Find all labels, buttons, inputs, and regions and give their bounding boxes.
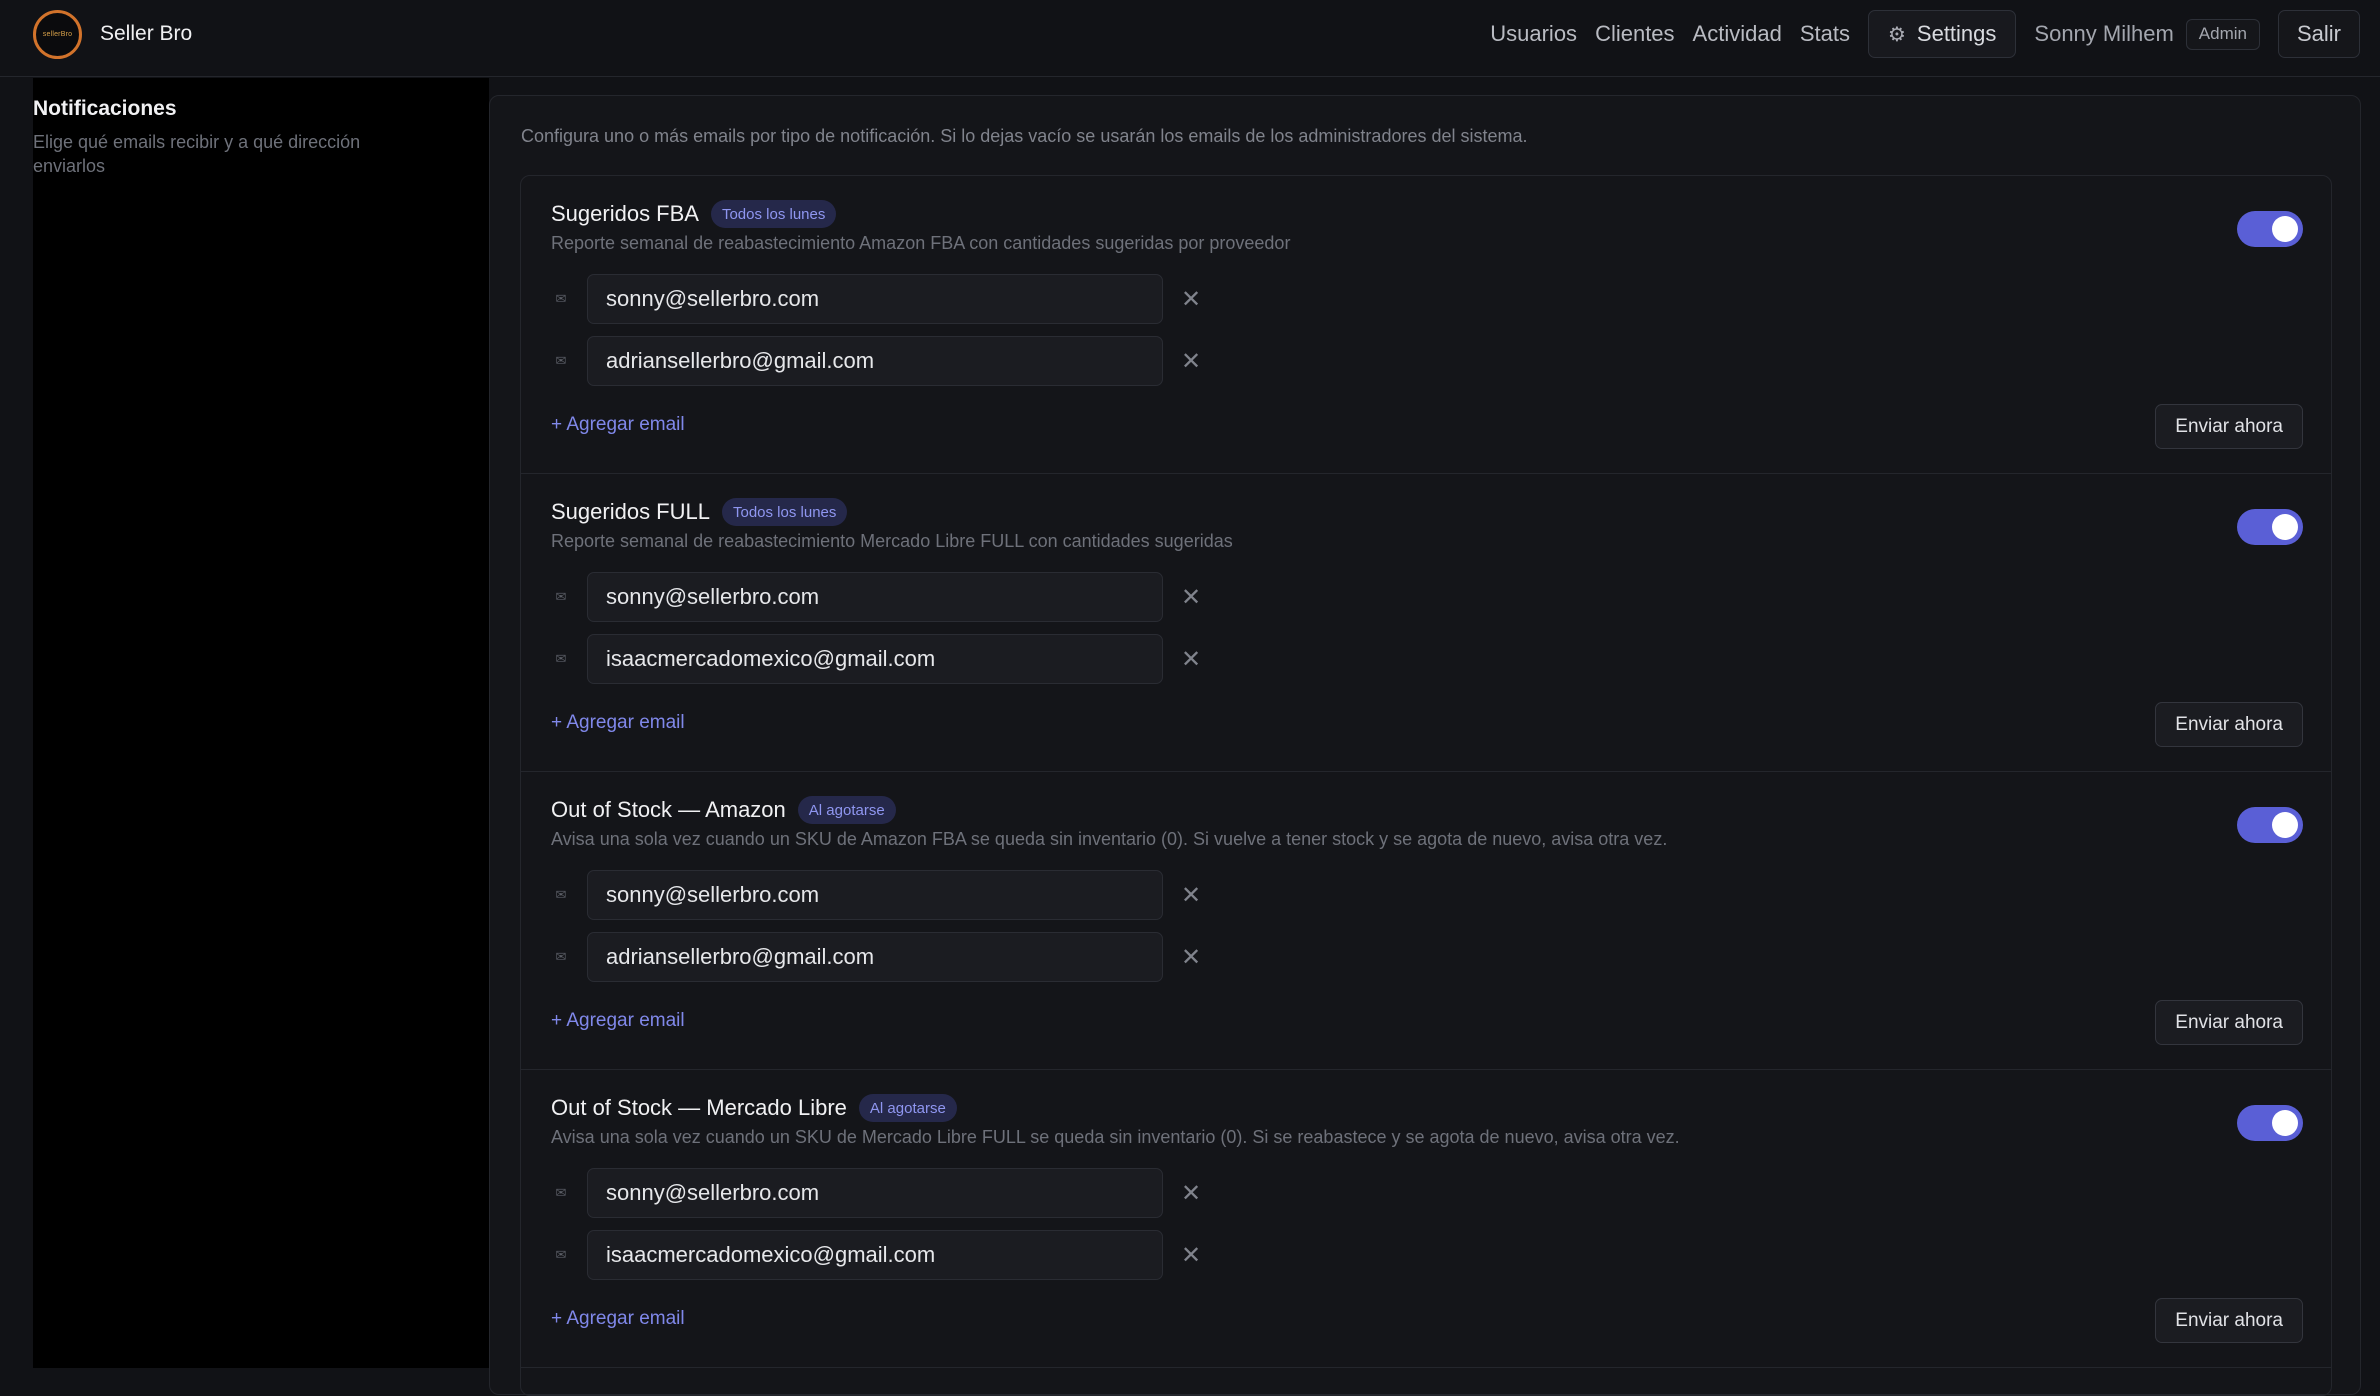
email-input[interactable]: [587, 1168, 1163, 1218]
card-header: Sugeridos FULL Todos los lunes: [551, 498, 848, 526]
nav-link-clientes[interactable]: Clientes: [1595, 21, 1674, 47]
nav-link-actividad[interactable]: Actividad: [1693, 21, 1782, 47]
sidebar: Notificaciones Elige qué emails recibir …: [33, 78, 489, 1368]
card-title: Sugeridos FBA: [551, 201, 699, 226]
toggle-knob: [2272, 514, 2298, 540]
add-email-link[interactable]: + Agregar email: [551, 1010, 685, 1032]
schedule-badge: Todos los lunes: [721, 498, 848, 526]
toggle-knob: [2272, 812, 2298, 838]
settings-button[interactable]: ⚙ Settings: [1867, 10, 2017, 58]
add-email-link[interactable]: + Agregar email: [551, 712, 685, 734]
enable-toggle[interactable]: [2237, 509, 2303, 545]
settings-label: Settings: [1916, 21, 1997, 46]
mail-icon: ✉: [555, 1247, 567, 1262]
nav-link-usuarios[interactable]: Usuarios: [1490, 21, 1577, 47]
top-navbar: sellerBro Seller Bro Usuarios Clientes A…: [0, 0, 2380, 77]
email-row: ✉ ✕: [551, 1168, 1211, 1218]
card-title: Sugeridos FULL: [551, 499, 710, 524]
brand[interactable]: sellerBro Seller Bro: [33, 9, 192, 59]
remove-email-icon[interactable]: ✕: [1179, 1241, 1203, 1270]
enable-toggle[interactable]: [2237, 1105, 2303, 1141]
remove-email-icon[interactable]: ✕: [1179, 881, 1203, 910]
mail-icon: ✉: [555, 589, 567, 604]
remove-email-icon[interactable]: ✕: [1179, 645, 1203, 674]
toggle-knob: [2272, 216, 2298, 242]
send-now-button[interactable]: Enviar ahora: [2155, 702, 2303, 747]
remove-email-icon[interactable]: ✕: [1179, 943, 1203, 972]
email-row: ✉ ✕: [551, 870, 1211, 920]
card-description: Avisa una sola vez cuando un SKU de Amaz…: [551, 829, 1668, 849]
role-badge: Admin: [2185, 18, 2260, 50]
card-title: Out of Stock — Amazon: [551, 797, 786, 822]
email-input[interactable]: [587, 870, 1163, 920]
logo-text: sellerBro: [42, 30, 73, 38]
enable-toggle[interactable]: [2237, 807, 2303, 843]
email-input[interactable]: [587, 932, 1163, 982]
notification-cards: Sugeridos FBA Todos los lunes Reporte se…: [520, 175, 2332, 1396]
enable-toggle[interactable]: [2237, 211, 2303, 247]
schedule-badge: Al agotarse: [858, 1094, 957, 1122]
send-now-button[interactable]: Enviar ahora: [2155, 1000, 2303, 1045]
brand-name: Seller Bro: [100, 22, 193, 45]
sidebar-description: Elige qué emails recibir y a qué direcci…: [33, 132, 361, 176]
toggle-knob: [2272, 1110, 2298, 1136]
schedule-badge: Al agotarse: [797, 796, 896, 824]
email-row: ✉ ✕: [551, 932, 1211, 982]
email-row: ✉ ✕: [551, 572, 1211, 622]
gear-icon: ⚙: [1887, 23, 1906, 46]
remove-email-icon[interactable]: ✕: [1179, 583, 1203, 612]
mail-icon: ✉: [555, 291, 567, 306]
notifications-panel: Configura uno o más emails por tipo de n…: [489, 95, 2361, 1396]
email-row: ✉ ✕: [551, 274, 1211, 324]
card-header: Sugeridos FBA Todos los lunes: [551, 200, 837, 228]
send-now-button[interactable]: Enviar ahora: [2155, 1298, 2303, 1343]
card-description: Reporte semanal de reabastecimiento Amaz…: [551, 233, 1291, 253]
email-input[interactable]: [587, 274, 1163, 324]
nav-link-stats[interactable]: Stats: [1800, 21, 1850, 47]
mail-icon: ✉: [555, 887, 567, 902]
card-title: Out of Stock — Mercado Libre: [551, 1095, 847, 1120]
send-now-button[interactable]: Enviar ahora: [2155, 404, 2303, 449]
remove-email-icon[interactable]: ✕: [1179, 1179, 1203, 1208]
add-email-link[interactable]: + Agregar email: [551, 1308, 685, 1330]
notification-card-sugeridos-fba: Sugeridos FBA Todos los lunes Reporte se…: [521, 176, 2331, 474]
card-description: Avisa una sola vez cuando un SKU de Merc…: [551, 1127, 1680, 1147]
main-nav: Usuarios Clientes Actividad Stats ⚙ Sett…: [1490, 10, 2360, 58]
mail-icon: ✉: [555, 949, 567, 964]
user-name: Sonny Milhem: [2034, 21, 2174, 46]
card-header: Out of Stock — Amazon Al agotarse: [551, 796, 896, 824]
card-description: Reporte semanal de reabastecimiento Merc…: [551, 531, 1233, 551]
add-email-link[interactable]: + Agregar email: [551, 414, 685, 436]
schedule-badge: Todos los lunes: [710, 200, 837, 228]
email-input[interactable]: [587, 634, 1163, 684]
notification-card-oos-amazon: Out of Stock — Amazon Al agotarse Avisa …: [521, 772, 2331, 1070]
panel-intro: Configura uno o más emails por tipo de n…: [521, 126, 1528, 146]
email-input[interactable]: [587, 336, 1163, 386]
email-row: ✉ ✕: [551, 336, 1211, 386]
email-row: ✉ ✕: [551, 634, 1211, 684]
remove-email-icon[interactable]: ✕: [1179, 285, 1203, 314]
email-input[interactable]: [587, 1230, 1163, 1280]
remove-email-icon[interactable]: ✕: [1179, 347, 1203, 376]
brand-logo: sellerBro: [33, 9, 82, 59]
logout-button[interactable]: Salir: [2277, 10, 2360, 58]
sidebar-title: Notificaciones: [33, 97, 177, 120]
email-row: ✉ ✕: [551, 1230, 1211, 1280]
email-input[interactable]: [587, 572, 1163, 622]
mail-icon: ✉: [555, 1185, 567, 1200]
card-header: Out of Stock — Mercado Libre Al agotarse: [551, 1094, 957, 1122]
notification-card-oos-mercado-libre: Out of Stock — Mercado Libre Al agotarse…: [521, 1070, 2331, 1368]
mail-icon: ✉: [555, 353, 567, 368]
mail-icon: ✉: [555, 651, 567, 666]
notification-card-sugeridos-full: Sugeridos FULL Todos los lunes Reporte s…: [521, 474, 2331, 772]
